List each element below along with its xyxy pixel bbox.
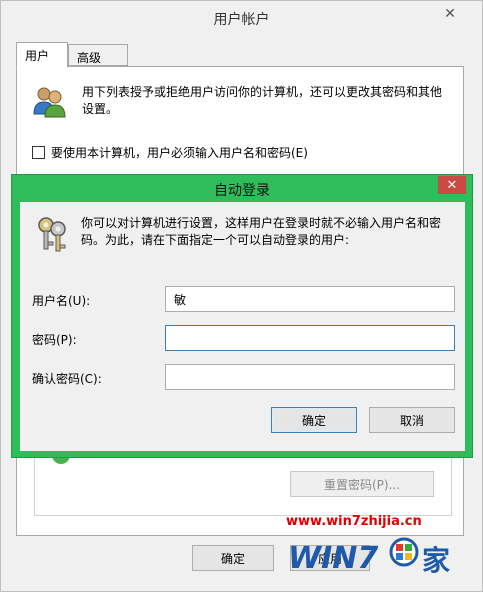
confirm-password-label: 确认密码(C): bbox=[32, 372, 102, 386]
svg-text:WIN7: WIN7 bbox=[288, 541, 378, 576]
dialog-close-icon[interactable]: ✕ bbox=[438, 176, 466, 194]
users-description: 用下列表授予或拒绝用户访问你的计算机，还可以更改其密码和其他设置。 bbox=[82, 85, 443, 116]
close-icon[interactable]: ✕ bbox=[432, 3, 468, 25]
tab-advanced[interactable]: 高级 bbox=[68, 44, 128, 66]
watermark-logo: WIN7 家 bbox=[288, 537, 450, 577]
password-label: 密码(P): bbox=[32, 333, 77, 347]
must-login-label: 要使用本计算机，用户必须输入用户名和密码(E) bbox=[51, 146, 308, 160]
auto-login-dialog: 自动登录 ✕ 你可以对计算机进行设置，这样用户在登录时就不必输入用户名和密码。为… bbox=[11, 174, 473, 458]
username-label: 用户名(U): bbox=[32, 294, 91, 308]
keys-icon bbox=[38, 217, 66, 252]
watermark-url: www.win7zhijia.cn bbox=[286, 514, 422, 529]
dialog-cancel-button[interactable]: 取消 bbox=[369, 407, 455, 433]
window-titlebar: 用户帐户 ✕ bbox=[1, 1, 482, 33]
must-login-checkbox[interactable] bbox=[32, 146, 45, 159]
confirm-password-input[interactable] bbox=[165, 364, 455, 390]
dialog-title: 自动登录 bbox=[214, 183, 270, 199]
ok-button[interactable]: 确定 bbox=[192, 545, 274, 571]
dialog-description: 你可以对计算机进行设置，这样用户在登录时就不必输入用户名和密码。为此，请在下面指… bbox=[81, 216, 442, 247]
users-icon bbox=[33, 87, 66, 118]
svg-text:家: 家 bbox=[422, 544, 450, 577]
must-login-option[interactable]: 要使用本计算机，用户必须输入用户名和密码(E) bbox=[32, 144, 308, 161]
dialog-ok-button[interactable]: 确定 bbox=[271, 407, 357, 433]
username-input[interactable]: 敏 bbox=[165, 286, 455, 312]
password-input[interactable] bbox=[165, 325, 455, 351]
tab-users[interactable]: 用户 bbox=[16, 42, 68, 68]
dialog-body: 你可以对计算机进行设置，这样用户在登录时就不必输入用户名和密码。为此，请在下面指… bbox=[20, 202, 465, 451]
window-title: 用户帐户 bbox=[213, 12, 270, 28]
reset-password-button[interactable]: 重置密码(P)... bbox=[290, 471, 434, 497]
